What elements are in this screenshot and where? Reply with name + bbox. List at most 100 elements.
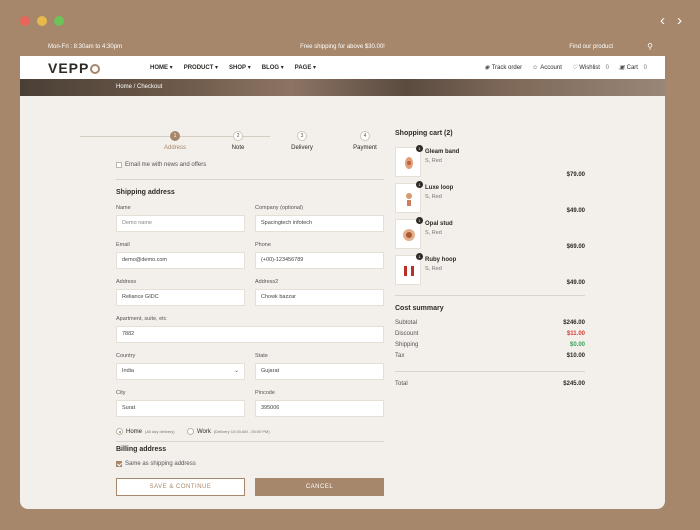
nav-shop[interactable]: SHOP <box>229 64 251 71</box>
name-input[interactable]: Demo name <box>116 215 245 232</box>
phone-input[interactable]: (+00)-123456789 <box>255 252 384 269</box>
state-input[interactable]: Gujarat <box>255 363 384 380</box>
cancel-button[interactable]: CANCEL <box>255 478 384 496</box>
step-payment[interactable]: 4 Payment <box>335 131 395 151</box>
address2-label: Address2 <box>255 279 279 285</box>
search-icon[interactable]: ⚲ <box>647 42 653 51</box>
minimize-window-dot[interactable] <box>37 16 47 26</box>
same-address-checkbox[interactable]: Same as shipping address <box>116 461 196 467</box>
step-address[interactable]: 1 Address <box>145 131 205 151</box>
country-value: India <box>122 368 134 374</box>
checkout-content: 1 Address 2 Note 3 Delivery 4 Payment Email … <box>20 96 665 509</box>
shipping-value: $0.00 <box>569 342 585 348</box>
close-window-dot[interactable] <box>20 16 30 26</box>
step-number: 4 <box>360 131 370 141</box>
subtotal-value: $246.00 <box>563 320 585 326</box>
subtotal-label: Subtotal <box>395 320 418 326</box>
email-optin-checkbox[interactable]: Email me with news and offers <box>116 162 206 168</box>
cart-icon: ▣ <box>618 65 625 71</box>
qty-badge: 1 <box>416 145 423 152</box>
nav-blog[interactable]: BLOG <box>262 64 284 71</box>
wishlist-link[interactable]: ♡ Wishlist 0 <box>571 64 609 72</box>
nav-product[interactable]: PRODUCT <box>184 64 218 71</box>
company-input[interactable]: Spacingtech infotech <box>255 215 384 232</box>
logo[interactable]: VEPP <box>48 60 101 76</box>
chevron-down-icon: ⌄ <box>233 368 239 374</box>
item-name[interactable]: Ruby hoop <box>425 257 456 263</box>
item-variant: S, Red <box>425 194 442 200</box>
header-actions: ◉ Track order ☺ Account ♡ Wishlist 0 ▣ Cart … <box>484 64 647 72</box>
same-address-label: Same as shipping address <box>125 461 196 467</box>
email-label: Email <box>116 242 130 248</box>
total-value: $245.00 <box>563 381 585 387</box>
item-variant: S, Red <box>425 230 442 236</box>
checkbox-box <box>116 162 122 168</box>
email-input[interactable]: demo@demo.com <box>116 252 245 269</box>
discount-value: $11.00 <box>566 331 585 337</box>
step-label: Delivery <box>291 145 313 151</box>
heart-icon: ♡ <box>571 65 578 71</box>
account-link[interactable]: ☺ Account <box>532 64 562 71</box>
forward-arrow-icon[interactable]: › <box>677 12 682 29</box>
checkbox-box <box>116 461 122 467</box>
browser-nav: ‹ › <box>660 12 682 29</box>
city-label: City <box>116 390 126 396</box>
cart-item: 1 Opal stud S, Red $69.00 <box>395 217 585 253</box>
nav-home[interactable]: HOME <box>150 64 173 71</box>
cart-item: 1 Ruby hoop S, Red $49.00 <box>395 253 585 289</box>
address2-input[interactable]: Chowk bazzar <box>255 289 384 306</box>
phone-label: Phone <box>255 242 271 248</box>
shipping-label: Shipping <box>395 342 419 348</box>
location-pin-icon: ◉ <box>484 65 490 71</box>
work-radio[interactable]: Work (Delivery 10:00 AM - 05:00 PM) <box>187 428 270 435</box>
item-price: $79.00 <box>566 172 585 178</box>
step-number: 2 <box>233 131 243 141</box>
window-controls <box>20 16 64 26</box>
email-optin-label: Email me with news and offers <box>125 162 207 168</box>
home-radio[interactable]: Home (All day delivery) <box>116 428 175 435</box>
wishlist-count: 0 <box>605 64 609 71</box>
city-input[interactable]: Surat <box>116 400 245 417</box>
country-select[interactable]: India ⌄ <box>116 363 245 380</box>
maximize-window-dot[interactable] <box>54 16 64 26</box>
item-variant: S, Red <box>425 266 442 272</box>
cart-item: 1 Gleam band S, Red $79.00 <box>395 145 585 181</box>
shipping-promo: Free shipping for above $30.00! <box>300 44 385 50</box>
wishlist-label: Wishlist <box>579 64 600 71</box>
nav-page[interactable]: PAGE <box>295 64 316 71</box>
step-delivery[interactable]: 3 Delivery <box>272 131 332 151</box>
hero-banner: Home / Checkout <box>20 79 665 96</box>
logo-ring-icon <box>90 64 101 74</box>
address-input[interactable]: Reliance GIDC <box>116 289 245 306</box>
step-number: 3 <box>297 131 307 141</box>
pincode-input[interactable]: 395006 <box>255 400 384 417</box>
back-arrow-icon[interactable]: ‹ <box>660 12 665 29</box>
cart-label: Cart <box>626 64 638 71</box>
item-variant: S, Red <box>425 158 442 164</box>
find-product-link[interactable]: Find our product <box>569 44 613 50</box>
item-name[interactable]: Gleam band <box>425 149 459 155</box>
checkout-steps: 1 Address 2 Note 3 Delivery 4 Payment <box>40 131 377 155</box>
radio-circle <box>116 428 123 435</box>
divider <box>395 295 585 296</box>
item-name[interactable]: Opal stud <box>425 221 453 227</box>
qty-badge: 1 <box>416 253 423 260</box>
qty-badge: 1 <box>416 217 423 224</box>
browser-window: ‹ › Mon-Fri : 8:30am to 4:30pm Free ship… <box>0 0 700 530</box>
cart-item: 1 Luxe loop S, Red $49.00 <box>395 181 585 217</box>
apartment-label: Apartment, suite, etc <box>116 316 167 322</box>
item-name[interactable]: Luxe loop <box>425 185 453 191</box>
track-order-link[interactable]: ◉ Track order <box>484 64 523 72</box>
home-label: Home <box>126 428 143 435</box>
cart-link[interactable]: ▣ Cart 0 <box>618 64 647 72</box>
user-icon: ☺ <box>532 64 539 71</box>
step-note[interactable]: 2 Note <box>208 131 268 151</box>
pincode-label: Pincode <box>255 390 275 396</box>
home-sublabel: (All day delivery) <box>145 429 175 434</box>
track-order-label: Track order <box>491 64 523 71</box>
work-sublabel: (Delivery 10:00 AM - 05:00 PM) <box>213 429 270 434</box>
apartment-input[interactable]: 7882 <box>116 326 384 343</box>
billing-title: Billing address <box>116 446 167 453</box>
save-continue-button[interactable]: SAVE & CONTINUE <box>116 478 245 496</box>
logo-text: VEPP <box>48 60 90 76</box>
